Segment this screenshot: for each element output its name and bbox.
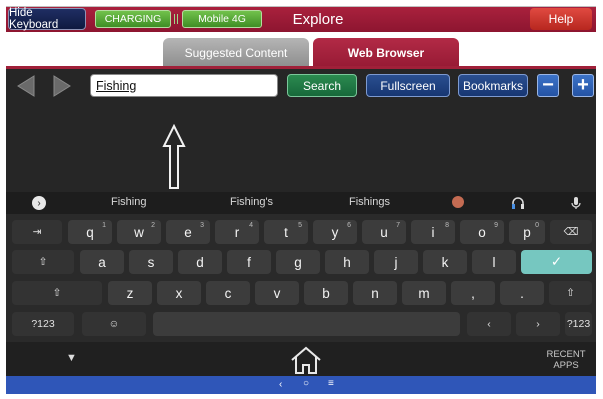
fullscreen-button[interactable]: Fullscreen — [366, 74, 450, 97]
key-label: u — [380, 224, 388, 240]
key-hint: 4 — [249, 222, 253, 229]
key-hint: 0 — [535, 222, 539, 229]
home-icon[interactable] — [289, 345, 323, 375]
shift-key-left[interactable]: ⇧ — [12, 281, 102, 305]
key-l[interactable]: l — [472, 250, 516, 274]
home-nav-icon[interactable]: ○ — [303, 378, 309, 389]
key-i[interactable]: i8 — [411, 220, 455, 244]
back-nav-icon[interactable]: ‹ — [279, 379, 282, 390]
key-h[interactable]: h — [325, 250, 369, 274]
help-button[interactable]: Help — [530, 8, 592, 30]
key-q[interactable]: q1 — [68, 220, 112, 244]
key-y[interactable]: y6 — [313, 220, 357, 244]
key-n[interactable]: n — [353, 281, 397, 305]
key-v[interactable]: v — [255, 281, 299, 305]
key-comma[interactable]: , — [451, 281, 495, 305]
key-hint: 2 — [151, 222, 155, 229]
chevron-right-icon[interactable]: › — [32, 196, 46, 210]
key-b[interactable]: b — [304, 281, 348, 305]
shift-key-right[interactable]: ⇧ — [549, 281, 592, 305]
zoom-out-button[interactable]: − — [537, 74, 559, 97]
key-label: y — [331, 224, 339, 240]
android-nav-row: ▼ RECENT APPS — [6, 342, 596, 376]
on-screen-keyboard: › Fishing Fishing's Fishings ⇥ q1 w2 e3 … — [6, 192, 596, 376]
key-hint: 6 — [347, 222, 351, 229]
tab-key[interactable]: ⇥ — [12, 220, 62, 244]
key-hint: 1 — [102, 222, 106, 229]
back-arrow-icon[interactable] — [14, 74, 38, 98]
search-button[interactable]: Search — [287, 74, 357, 97]
zoom-in-button[interactable]: + — [572, 74, 594, 97]
forward-arrow-icon[interactable] — [50, 74, 74, 98]
top-header-bar: Hide Keyboard CHARGING Mobile 4G Explore… — [6, 6, 596, 32]
key-label: p — [523, 224, 531, 240]
symbols-key-right[interactable]: ?123 — [565, 312, 592, 336]
key-hint: 7 — [396, 222, 400, 229]
cursor-right-key[interactable]: › — [516, 312, 560, 336]
key-label: t — [284, 224, 288, 240]
key-c[interactable]: c — [206, 281, 250, 305]
suggestion-2[interactable]: Fishing's — [230, 196, 273, 208]
key-label: i — [431, 224, 435, 240]
key-f[interactable]: f — [227, 250, 271, 274]
key-u[interactable]: u7 — [362, 220, 406, 244]
emoji-suggestion-icon[interactable] — [452, 196, 464, 208]
suggestion-3[interactable]: Fishings — [349, 196, 390, 208]
key-a[interactable]: a — [80, 250, 124, 274]
enter-key[interactable]: ✓ — [521, 250, 592, 274]
cursor-left-key[interactable]: ‹ — [467, 312, 511, 336]
suggestion-bar: › Fishing Fishing's Fishings — [6, 192, 596, 214]
key-label: w — [134, 224, 144, 240]
key-t[interactable]: t5 — [264, 220, 308, 244]
hide-keyboard-button[interactable]: Hide Keyboard — [8, 7, 86, 31]
key-m[interactable]: m — [402, 281, 446, 305]
microphone-icon[interactable] — [571, 196, 581, 210]
recent-apps-button[interactable]: RECENT APPS — [541, 349, 591, 371]
tab-row: Suggested Content Web Browser — [6, 32, 596, 68]
key-r[interactable]: r4 — [215, 220, 259, 244]
key-period[interactable]: . — [500, 281, 544, 305]
key-hint: 9 — [494, 222, 498, 229]
key-k[interactable]: k — [423, 250, 467, 274]
bookmarks-button[interactable]: Bookmarks — [458, 74, 528, 97]
key-p[interactable]: p0 — [509, 220, 545, 244]
key-hint: 5 — [298, 222, 302, 229]
key-z[interactable]: z — [108, 281, 152, 305]
emoji-key[interactable]: ☺ — [82, 312, 146, 336]
network-status: Mobile 4G — [182, 10, 262, 28]
key-label: r — [234, 224, 240, 240]
symbols-key[interactable]: ?123 — [12, 312, 74, 336]
key-hint: 8 — [445, 222, 449, 229]
browser-toolbar: Fishing Search Fullscreen Bookmarks − + — [6, 69, 596, 104]
backspace-key[interactable]: ⌫ — [550, 220, 592, 244]
tab-web-browser[interactable]: Web Browser — [313, 38, 459, 68]
key-s[interactable]: s — [129, 250, 173, 274]
charging-status: CHARGING — [95, 10, 171, 28]
key-j[interactable]: j — [374, 250, 418, 274]
headset-icon[interactable] — [511, 196, 525, 210]
key-label: e — [184, 224, 192, 240]
hide-keyboard-down-icon[interactable]: ▼ — [66, 352, 77, 364]
up-arrow-icon — [162, 124, 186, 189]
key-x[interactable]: x — [157, 281, 201, 305]
key-hint: 3 — [200, 222, 204, 229]
url-search-input[interactable]: Fishing — [90, 74, 278, 97]
signal-divider-icon — [174, 14, 178, 24]
suggestion-1[interactable]: Fishing — [111, 196, 146, 208]
key-w[interactable]: w2 — [117, 220, 161, 244]
page-title: Explore — [292, 10, 344, 28]
key-label: o — [478, 224, 486, 240]
space-key[interactable] — [153, 312, 460, 336]
web-view-area — [6, 104, 596, 192]
key-d[interactable]: d — [178, 250, 222, 274]
key-g[interactable]: g — [276, 250, 320, 274]
system-nav-bar: ‹ ○ ≡ — [6, 376, 596, 394]
key-o[interactable]: o9 — [460, 220, 504, 244]
shift-lock-key[interactable]: ⇧ — [12, 250, 74, 274]
tab-suggested-content[interactable]: Suggested Content — [163, 38, 309, 68]
key-e[interactable]: e3 — [166, 220, 210, 244]
menu-nav-icon[interactable]: ≡ — [328, 378, 334, 389]
key-label: q — [86, 224, 94, 240]
